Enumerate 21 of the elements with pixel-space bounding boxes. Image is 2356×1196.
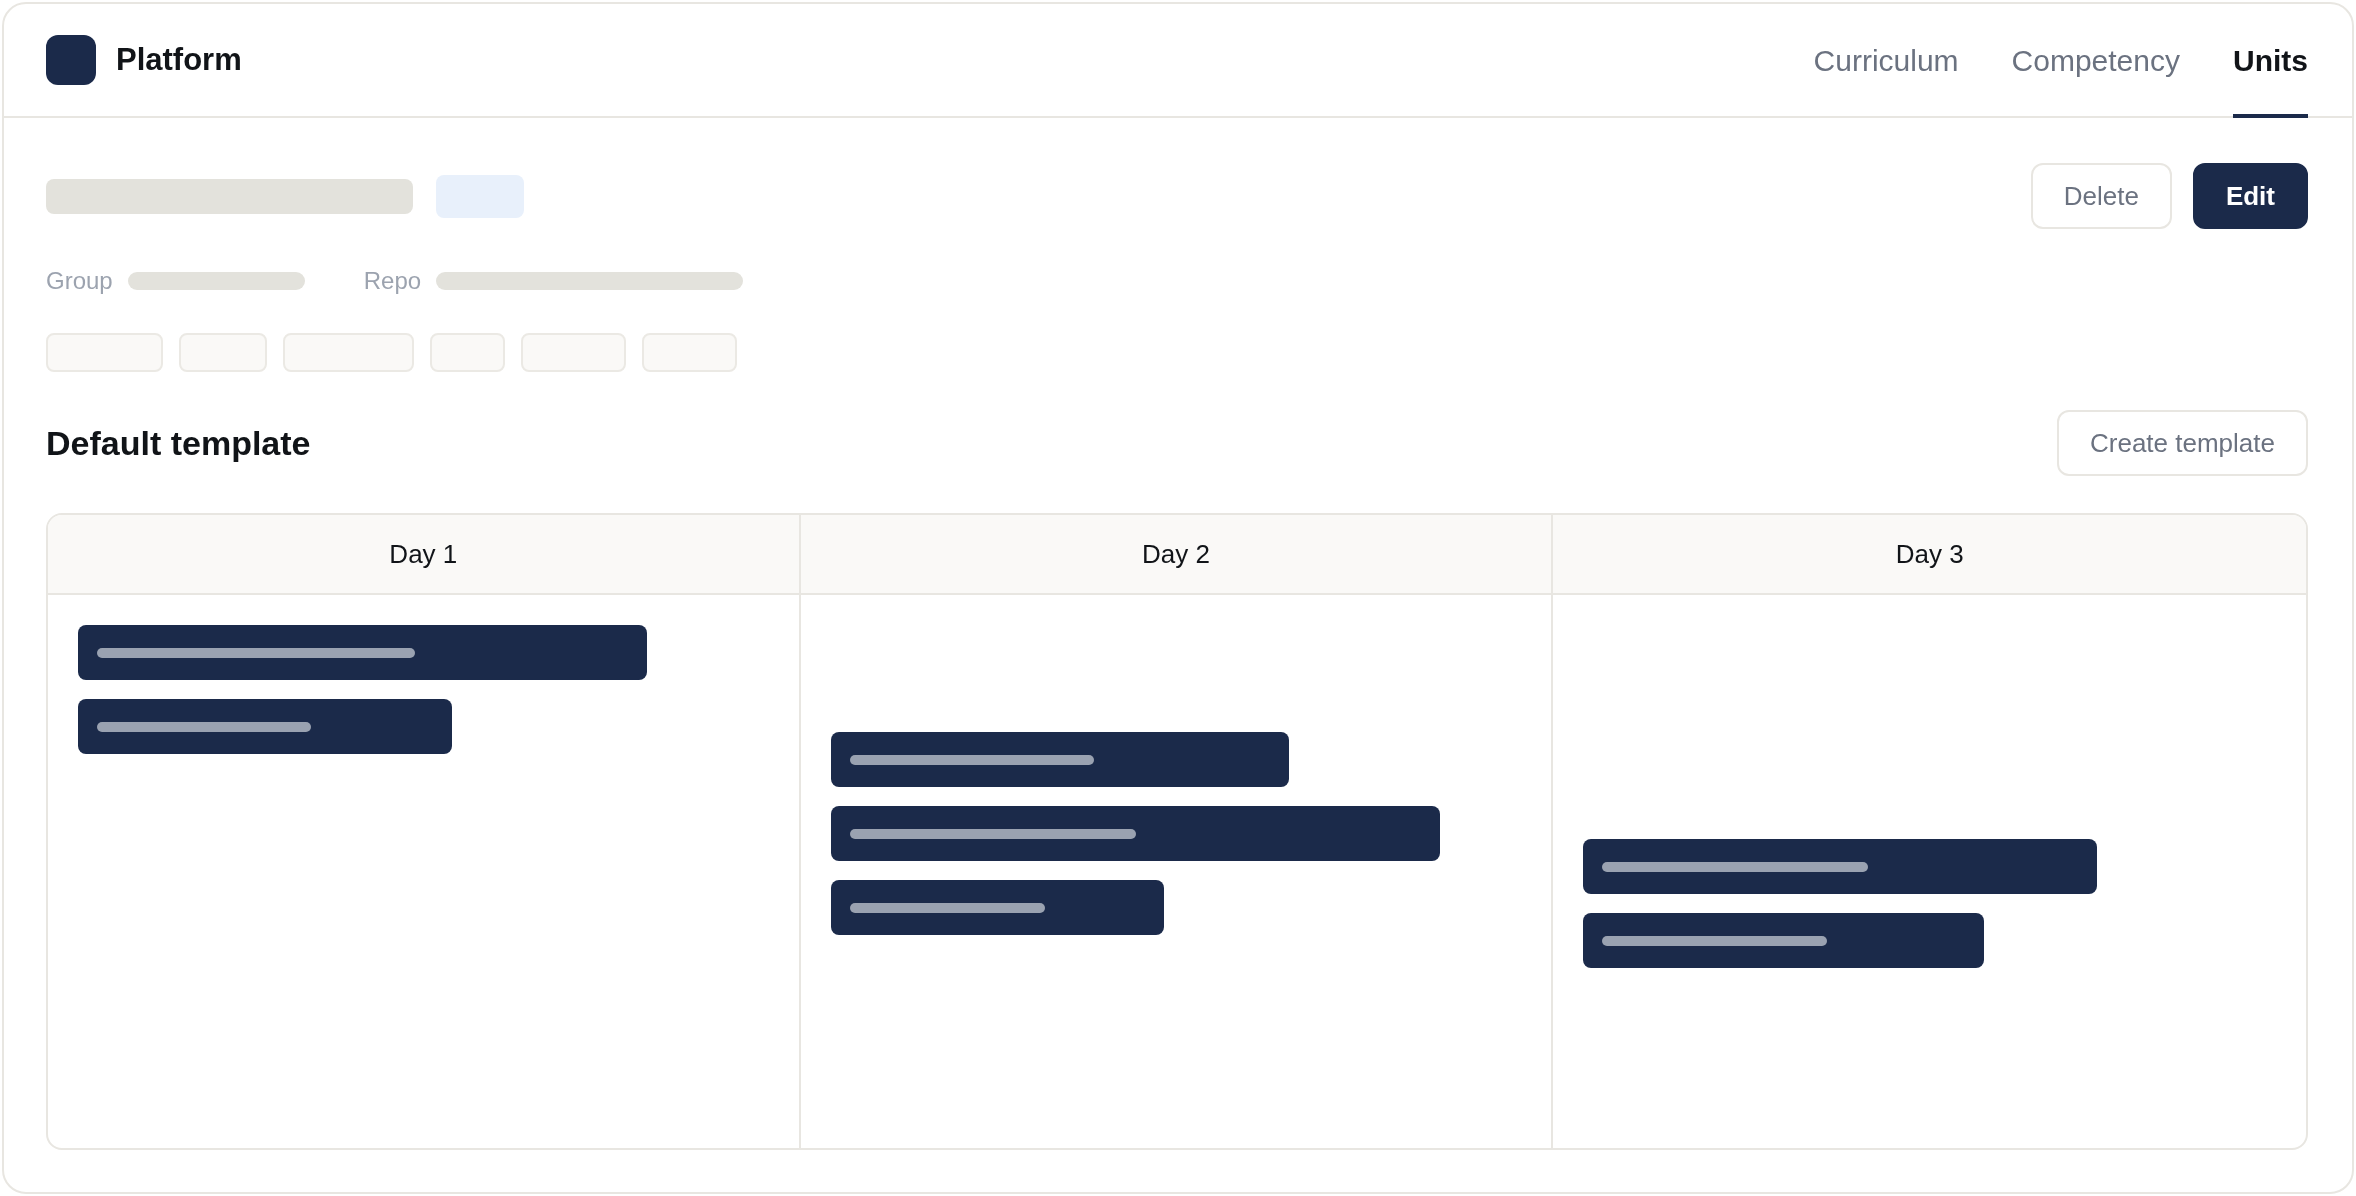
day-column-header: Day 3	[1553, 515, 2306, 595]
unit-block[interactable]	[78, 699, 452, 754]
unit-block[interactable]	[830, 806, 1440, 861]
unit-block[interactable]	[1583, 839, 2098, 894]
field-label: Repo	[363, 267, 422, 295]
nav-tab[interactable]: Competency	[2011, 4, 2180, 118]
unit-block[interactable]	[830, 880, 1164, 935]
day-column-header: Day 1	[48, 515, 801, 595]
unit-block[interactable]	[78, 625, 647, 680]
section-title: Default template	[46, 423, 311, 463]
app-name: Platform	[116, 42, 242, 78]
delete-button[interactable]: Delete	[2030, 163, 2172, 229]
square-logo-icon	[46, 35, 96, 85]
unit-block[interactable]	[830, 732, 1289, 787]
field-label: Group	[46, 267, 113, 295]
edit-button[interactable]: Edit	[2192, 163, 2308, 229]
nav-tab[interactable]: Curriculum	[1813, 4, 1959, 118]
unit-block[interactable]	[1583, 913, 1985, 968]
create-template-button[interactable]: Create template	[2057, 410, 2308, 476]
nav-tab[interactable]: Units	[2233, 4, 2308, 118]
day-column-header: Day 2	[800, 515, 1554, 595]
